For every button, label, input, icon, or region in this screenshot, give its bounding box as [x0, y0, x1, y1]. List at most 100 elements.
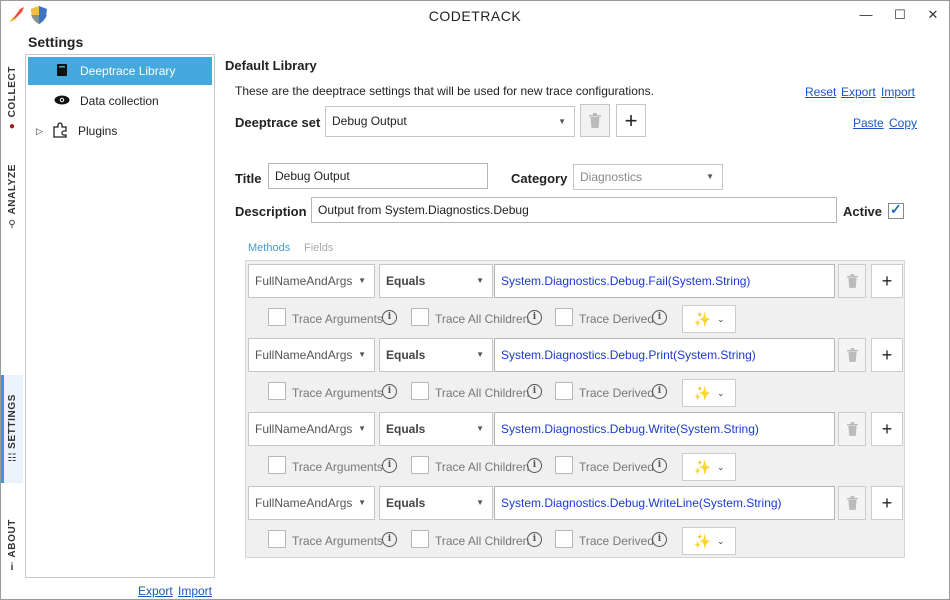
trace-derived-label: Trace Derived — [579, 534, 654, 548]
method-pattern-input[interactable]: System.Diagnostics.Debug.Fail(System.Str… — [494, 264, 835, 298]
delete-set-button[interactable] — [580, 104, 610, 137]
export-link[interactable]: Export — [841, 85, 876, 99]
nav-tab-analyze[interactable]: ANALYZE ⚲ — [1, 161, 23, 233]
info-icon[interactable]: i — [527, 458, 542, 473]
nav-tab-settings[interactable]: SETTINGS ☷ — [1, 375, 23, 483]
trash-icon — [846, 496, 858, 510]
trace-arguments-label: Trace Arguments — [292, 534, 383, 548]
trace-arguments-checkbox[interactable] — [268, 308, 286, 326]
add-set-button[interactable]: + — [616, 104, 646, 137]
trace-derived-checkbox[interactable] — [555, 530, 573, 548]
description-label: Description — [235, 204, 307, 219]
trace-derived-checkbox[interactable] — [555, 456, 573, 474]
deeptrace-set-select[interactable]: Debug Output ▼ — [325, 106, 575, 137]
trace-all-children-checkbox[interactable] — [411, 308, 429, 326]
magic-wand-icon: ✨ — [693, 532, 711, 549]
maximize-button[interactable]: ☐ — [892, 7, 908, 23]
info-icon[interactable]: i — [382, 458, 397, 473]
reset-link[interactable]: Reset — [805, 85, 836, 99]
match-type-select[interactable]: FullNameAndArgs ▼ — [248, 264, 375, 298]
chevron-down-icon: ⌄ — [716, 313, 725, 324]
add-rule-button[interactable]: + — [871, 264, 903, 298]
copy-link[interactable]: Copy — [889, 116, 917, 130]
tree-item-deeptrace-library[interactable]: Deeptrace Library — [28, 57, 212, 85]
eye-icon — [52, 94, 72, 108]
tree-item-data-collection[interactable]: Data collection — [28, 87, 212, 115]
trace-arguments-checkbox[interactable] — [268, 530, 286, 548]
method-pattern-input[interactable]: System.Diagnostics.Debug.Write(System.St… — [494, 412, 835, 446]
chevron-down-icon: ▼ — [706, 172, 714, 181]
info-icon[interactable]: i — [382, 384, 397, 399]
info-icon[interactable]: i — [652, 458, 667, 473]
operator-value: Equals — [386, 422, 426, 436]
tab-methods[interactable]: Methods — [248, 242, 290, 254]
active-checkbox[interactable] — [888, 201, 904, 219]
minimize-button[interactable]: — — [858, 7, 874, 23]
method-pattern-input[interactable]: System.Diagnostics.Debug.Print(System.St… — [494, 338, 835, 372]
trace-arguments-checkbox[interactable] — [268, 456, 286, 474]
method-rule: FullNameAndArgs ▼ Equals ▼ System.Diagno… — [246, 264, 904, 338]
info-icon[interactable]: i — [527, 384, 542, 399]
magic-wand-menu-button[interactable]: ✨ ⌄ — [682, 453, 736, 481]
info-icon[interactable]: i — [527, 310, 542, 325]
info-icon[interactable]: i — [652, 310, 667, 325]
nav-tab-collect[interactable]: COLLECT ● — [1, 53, 23, 145]
nav-tab-about[interactable]: ABOUT i — [1, 511, 23, 581]
expand-arrow-icon[interactable]: ▷ — [36, 126, 48, 137]
match-type-select[interactable]: FullNameAndArgs ▼ — [248, 412, 375, 446]
trace-all-children-checkbox[interactable] — [411, 382, 429, 400]
add-rule-button[interactable]: + — [871, 338, 903, 372]
info-icon[interactable]: i — [527, 532, 542, 547]
category-value: Diagnostics — [580, 170, 643, 184]
match-type-select[interactable]: FullNameAndArgs ▼ — [248, 486, 375, 520]
add-rule-button[interactable]: + — [871, 412, 903, 446]
category-select[interactable]: Diagnostics ▼ — [573, 164, 723, 190]
tab-fields[interactable]: Fields — [304, 242, 333, 254]
tree-item-plugins[interactable]: ▷ Plugins — [28, 117, 212, 145]
settings-export-link[interactable]: Export — [138, 584, 173, 598]
import-link[interactable]: Import — [881, 85, 915, 99]
nav-tab-label: ABOUT — [6, 519, 18, 558]
title-bar: CODETRACK — ☐ ✕ — [1, 1, 949, 31]
chevron-down-icon: ▼ — [476, 350, 484, 359]
operator-select[interactable]: Equals ▼ — [379, 486, 493, 520]
magic-wand-icon: ✨ — [693, 384, 711, 401]
chevron-down-icon: ▼ — [358, 424, 366, 433]
record-icon: ● — [8, 121, 16, 133]
chevron-down-icon: ▼ — [358, 498, 366, 507]
delete-rule-button[interactable] — [838, 412, 866, 446]
info-icon[interactable]: i — [652, 384, 667, 399]
trace-all-children-checkbox[interactable] — [411, 456, 429, 474]
trash-icon — [589, 113, 601, 128]
delete-rule-button[interactable] — [838, 486, 866, 520]
magic-wand-menu-button[interactable]: ✨ ⌄ — [682, 379, 736, 407]
info-icon[interactable]: i — [652, 532, 667, 547]
info-icon[interactable]: i — [382, 532, 397, 547]
info-icon[interactable]: i — [382, 310, 397, 325]
trace-arguments-checkbox[interactable] — [268, 382, 286, 400]
trace-derived-checkbox[interactable] — [555, 308, 573, 326]
trace-arguments-label: Trace Arguments — [292, 386, 383, 400]
operator-select[interactable]: Equals ▼ — [379, 338, 493, 372]
description-input[interactable]: Output from System.Diagnostics.Debug — [311, 197, 837, 223]
trace-all-children-label: Trace All Children — [435, 460, 530, 474]
settings-title: Settings — [28, 34, 84, 50]
add-rule-button[interactable]: + — [871, 486, 903, 520]
chevron-down-icon: ▼ — [476, 276, 484, 285]
settings-import-link[interactable]: Import — [178, 584, 212, 598]
operator-select[interactable]: Equals ▼ — [379, 412, 493, 446]
trace-derived-checkbox[interactable] — [555, 382, 573, 400]
chevron-down-icon: ⌄ — [716, 461, 725, 472]
magic-wand-menu-button[interactable]: ✨ ⌄ — [682, 527, 736, 555]
title-input[interactable]: Debug Output — [268, 163, 488, 189]
delete-rule-button[interactable] — [838, 264, 866, 298]
match-type-select[interactable]: FullNameAndArgs ▼ — [248, 338, 375, 372]
trace-all-children-checkbox[interactable] — [411, 530, 429, 548]
paste-link[interactable]: Paste — [853, 116, 884, 130]
delete-rule-button[interactable] — [838, 338, 866, 372]
book-icon — [52, 63, 72, 80]
close-button[interactable]: ✕ — [925, 7, 941, 23]
magic-wand-menu-button[interactable]: ✨ ⌄ — [682, 305, 736, 333]
operator-select[interactable]: Equals ▼ — [379, 264, 493, 298]
method-pattern-input[interactable]: System.Diagnostics.Debug.WriteLine(Syste… — [494, 486, 835, 520]
